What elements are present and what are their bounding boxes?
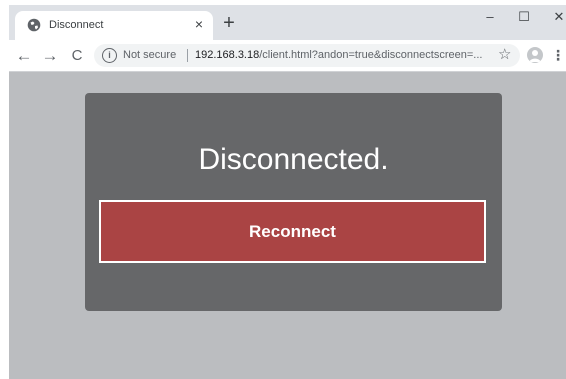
disconnected-heading: Disconnected. — [198, 143, 389, 176]
close-window-button[interactable]: ✕ — [544, 7, 566, 27]
browser-menu-icon[interactable]: ⋮ — [551, 45, 565, 65]
minimize-button[interactable]: – — [475, 7, 505, 27]
url-host: 192.168.3.18 — [195, 49, 260, 61]
globe-icon — [27, 18, 41, 32]
bookmark-star-icon[interactable]: ☆ — [498, 46, 511, 64]
person-icon — [529, 50, 541, 62]
address-divider — [187, 49, 188, 62]
tab-close-icon[interactable]: × — [191, 16, 207, 32]
new-tab-button[interactable]: + — [219, 13, 239, 33]
reload-button[interactable]: C — [66, 45, 88, 67]
url-text[interactable]: 192.168.3.18/client.html?andon=true&disc… — [195, 49, 487, 61]
page-viewport: Disconnected. Reconnect — [9, 72, 566, 379]
address-bar[interactable]: i Not secure 192.168.3.18/client.html?an… — [94, 44, 520, 67]
forward-button[interactable]: → — [39, 45, 61, 67]
back-button[interactable]: ← — [13, 45, 35, 67]
not-secure-label[interactable]: Not secure — [123, 49, 176, 61]
browser-toolbar: ← → C i Not secure 192.168.3.18/client.h… — [9, 40, 566, 72]
reconnect-button[interactable]: Reconnect — [99, 200, 486, 263]
maximize-button[interactable]: ☐ — [509, 7, 539, 27]
tab-strip: Disconnect × + – ☐ ✕ — [9, 5, 566, 40]
tab-title: Disconnect — [49, 19, 104, 31]
profile-avatar-icon[interactable] — [527, 47, 543, 63]
disconnect-dialog: Disconnected. Reconnect — [85, 93, 502, 311]
info-icon[interactable]: i — [102, 48, 117, 63]
browser-window: Disconnect × + – ☐ ✕ ← → C i Not secure … — [9, 5, 566, 379]
tab-disconnect[interactable]: Disconnect × — [15, 11, 213, 40]
url-path: /client.html?andon=true&disconnectscreen… — [259, 49, 483, 61]
